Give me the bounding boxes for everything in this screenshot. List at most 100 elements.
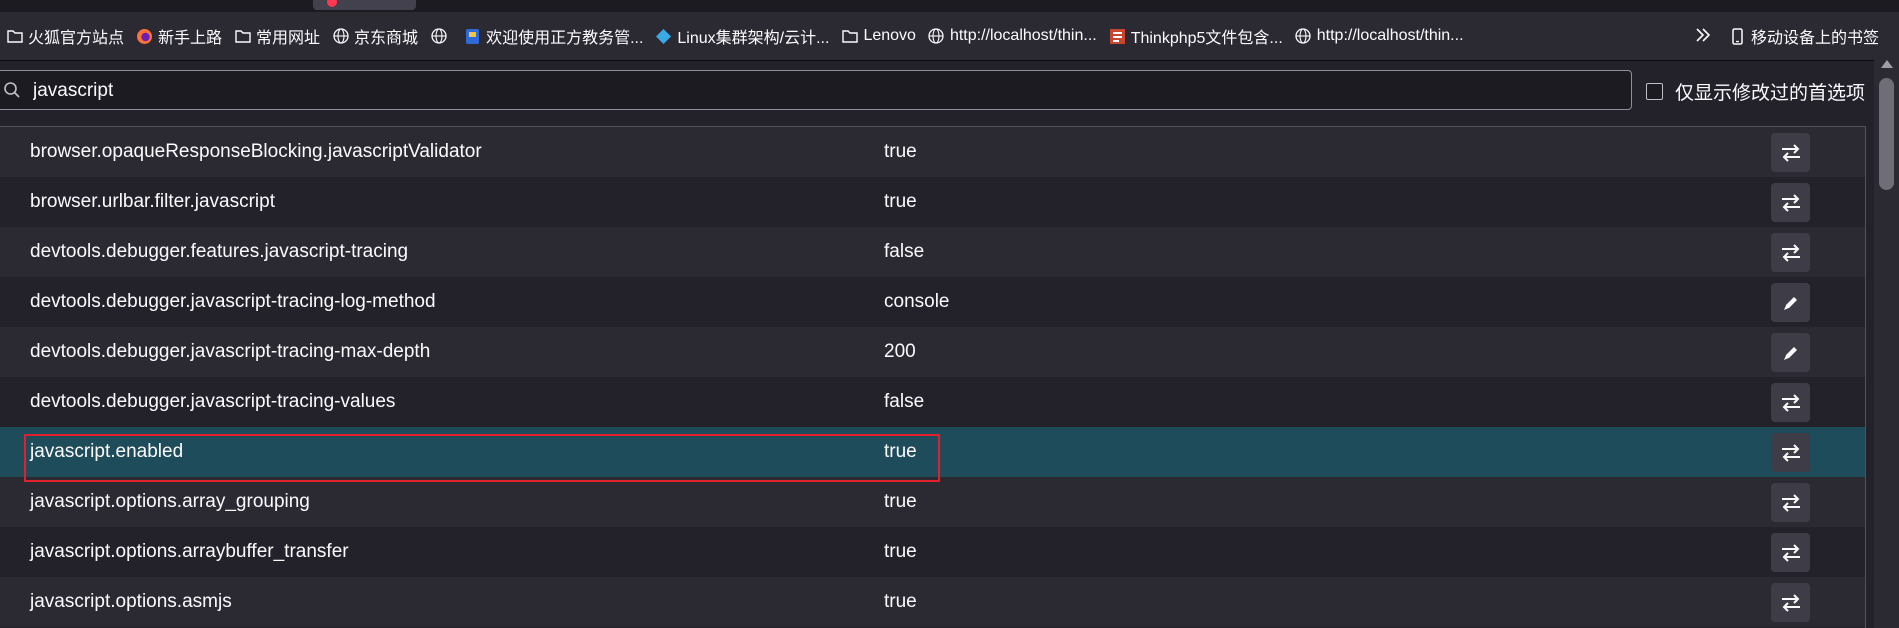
folder-icon	[6, 28, 23, 45]
edit-button[interactable]	[1771, 333, 1810, 372]
pref-value: false	[884, 241, 925, 262]
vertical-scrollbar[interactable]	[1874, 58, 1899, 628]
pref-value: true	[884, 441, 917, 462]
bookmark-label: 新手上路	[158, 30, 223, 47]
globe-icon	[928, 28, 945, 45]
pref-name: devtools.debugger.features.javascript-tr…	[30, 241, 409, 262]
pref-name: browser.opaqueResponseBlocking.javascrip…	[30, 141, 482, 162]
pref-row[interactable]: browser.opaqueResponseBlocking.javascrip…	[0, 127, 1865, 177]
bookmark-common-sites[interactable]: 常用网址	[228, 12, 326, 60]
toggle-button[interactable]	[1771, 583, 1810, 622]
folder-icon	[234, 28, 251, 45]
pref-value: console	[884, 291, 950, 312]
toggle-button[interactable]	[1771, 383, 1810, 422]
search-input[interactable]	[31, 75, 1615, 107]
scroll-up-arrow-icon[interactable]	[1881, 60, 1893, 68]
pref-value: 200	[884, 341, 916, 362]
toggle-button[interactable]	[1771, 533, 1810, 572]
pref-name: devtools.debugger.javascript-tracing-max…	[30, 341, 431, 362]
pref-row[interactable]: devtools.debugger.javascript-tracing-max…	[0, 327, 1865, 377]
app-icon	[464, 28, 481, 45]
edit-icon	[1783, 296, 1797, 310]
pref-name: javascript.enabled	[30, 441, 184, 462]
pref-search-box[interactable]	[0, 70, 1632, 110]
pref-value: true	[884, 141, 917, 162]
bookmark-label: http://localhost/thin...	[1316, 27, 1464, 44]
pref-row[interactable]: javascript.options.arraybuffer_transfer …	[0, 527, 1865, 577]
globe-icon	[332, 28, 349, 45]
pref-name: devtools.debugger.javascript-tracing-log…	[30, 291, 436, 312]
globe-icon	[1295, 28, 1312, 45]
toggle-icon	[1781, 543, 1800, 562]
folder-icon	[841, 28, 858, 45]
pref-row[interactable]: browser.urlbar.filter.javascript true	[0, 177, 1865, 227]
thinkphp-icon	[1109, 28, 1126, 45]
bookmark-label: 欢迎使用正方教务管...	[486, 30, 644, 47]
mobile-bookmarks-label: 移动设备上的书签	[1750, 30, 1879, 47]
pref-name: javascript.options.asmjs	[30, 591, 232, 612]
toggle-icon	[1781, 493, 1800, 512]
toggle-button[interactable]	[1771, 133, 1810, 172]
firefox-icon	[136, 28, 153, 45]
bookmark-label: Lenovo	[863, 27, 916, 44]
toggle-button[interactable]	[1771, 233, 1810, 272]
pref-value: true	[884, 541, 917, 562]
pref-value: true	[884, 591, 917, 612]
toggle-icon	[1781, 143, 1800, 162]
bookmark-label: 京东商城	[354, 30, 419, 47]
bookmark-label: 火狐官方站点	[28, 30, 125, 47]
bookmark-localhost-2[interactable]: http://localhost/thin...	[1289, 12, 1470, 60]
pref-row-selected[interactable]: javascript.enabled true	[0, 427, 1865, 477]
globe-icon	[430, 28, 447, 45]
toggle-icon	[1781, 243, 1800, 262]
bookmark-getting-started[interactable]: 新手上路	[130, 12, 228, 60]
pref-row[interactable]: devtools.debugger.features.javascript-tr…	[0, 227, 1865, 277]
pref-name: devtools.debugger.javascript-tracing-val…	[30, 391, 396, 412]
bookmark-academic-system[interactable]: 欢迎使用正方教务管...	[458, 12, 649, 60]
toggle-icon	[1781, 593, 1800, 612]
pref-row[interactable]: devtools.debugger.javascript-tracing-log…	[0, 277, 1865, 327]
pref-value: true	[884, 191, 917, 212]
about-config-page: 火狐官方站点 新手上路 常用网址 京东商城 欢迎使用正方教务管... Linux…	[0, 0, 1899, 628]
pref-name: browser.urlbar.filter.javascript	[30, 191, 275, 212]
show-modified-checkbox[interactable]	[1646, 83, 1663, 100]
active-tab[interactable]	[313, 0, 416, 10]
bookmark-label: http://localhost/thin...	[949, 27, 1097, 44]
pref-row[interactable]: devtools.debugger.javascript-tracing-val…	[0, 377, 1865, 427]
edit-button[interactable]	[1771, 283, 1810, 322]
toggle-button[interactable]	[1771, 483, 1810, 522]
pref-row[interactable]: javascript.options.array_grouping true	[0, 477, 1865, 527]
bookmark-jd-mall[interactable]: 京东商城	[326, 12, 424, 60]
search-icon	[3, 81, 21, 104]
toggle-button[interactable]	[1771, 183, 1810, 222]
diamond-icon	[655, 28, 672, 45]
bookmark-thinkphp[interactable]: Thinkphp5文件包含...	[1103, 12, 1289, 60]
toggle-button[interactable]	[1771, 433, 1810, 472]
bookmark-firefox-official[interactable]: 火狐官方站点	[0, 12, 130, 60]
scroll-thumb[interactable]	[1879, 78, 1894, 190]
bookmark-untitled[interactable]	[424, 12, 458, 60]
show-modified-only[interactable]: 仅显示修改过的首选项	[1646, 78, 1865, 105]
bookmark-localhost-1[interactable]: http://localhost/thin...	[922, 12, 1103, 60]
pref-name: javascript.options.arraybuffer_transfer	[30, 541, 349, 562]
bookmark-linux-cluster[interactable]: Linux集群架构/云计...	[649, 12, 835, 60]
toggle-icon	[1781, 443, 1800, 462]
show-modified-label: 仅显示修改过的首选项	[1675, 83, 1866, 104]
pref-value: true	[884, 491, 917, 512]
tab-strip	[0, 0, 1899, 12]
bookmark-label: 常用网址	[256, 30, 321, 47]
mobile-bookmarks[interactable]: 移动设备上的书签	[1723, 12, 1885, 60]
pref-value: false	[884, 391, 925, 412]
edit-icon	[1783, 346, 1797, 360]
toggle-icon	[1781, 193, 1800, 212]
bookmark-lenovo[interactable]: Lenovo	[835, 12, 922, 60]
pref-name: javascript.options.array_grouping	[30, 491, 310, 512]
bookmarks-toolbar: 火狐官方站点 新手上路 常用网址 京东商城 欢迎使用正方教务管... Linux…	[0, 12, 1899, 61]
chevron-double-right-icon[interactable]	[1695, 25, 1711, 48]
mobile-device-icon	[1729, 27, 1746, 45]
bookmark-label: Thinkphp5文件包含...	[1130, 30, 1283, 47]
bookmarks-right-area: 移动设备上的书签	[1695, 12, 1885, 60]
prefs-table: browser.opaqueResponseBlocking.javascrip…	[0, 126, 1866, 628]
search-row: 仅显示修改过的首选项	[0, 70, 1899, 112]
pref-row[interactable]: javascript.options.asmjs true	[0, 577, 1865, 627]
